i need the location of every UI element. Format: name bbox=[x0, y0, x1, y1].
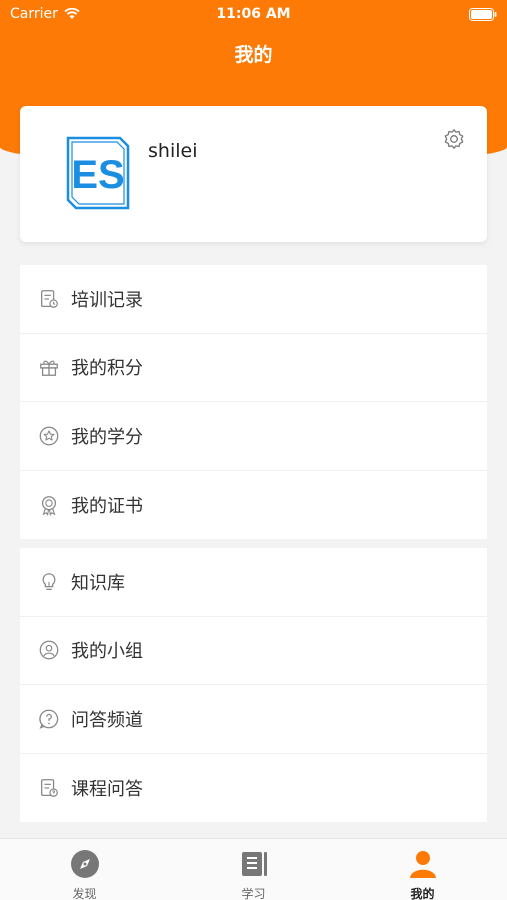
avatar-logo-text: ES bbox=[71, 153, 124, 197]
menu-label: 培训记录 bbox=[71, 289, 143, 311]
group-icon bbox=[37, 638, 61, 662]
certificate-icon bbox=[37, 493, 61, 517]
tab-discover[interactable]: 发现 bbox=[0, 839, 169, 900]
gift-icon bbox=[37, 355, 61, 379]
tab-label: 我的 bbox=[410, 887, 435, 900]
compass-icon bbox=[70, 849, 100, 879]
star-icon bbox=[37, 424, 61, 448]
menu-item-course-qa[interactable]: 课程问答 bbox=[20, 754, 487, 823]
battery-icon bbox=[469, 8, 497, 21]
menu-label: 我的积分 bbox=[71, 358, 143, 380]
settings-button[interactable] bbox=[441, 126, 467, 152]
tab-bar: 发现 学习 我的 bbox=[0, 838, 507, 900]
menu-item-knowledge-base[interactable]: 知识库 bbox=[20, 548, 487, 617]
avatar[interactable]: ES bbox=[64, 134, 132, 216]
status-time: 11:06 AM bbox=[216, 6, 291, 22]
menu-label: 我的学分 bbox=[71, 426, 143, 448]
course-qa-icon bbox=[37, 776, 61, 800]
menu-label: 课程问答 bbox=[71, 778, 143, 800]
person-icon bbox=[408, 849, 438, 879]
menu-item-my-groups[interactable]: 我的小组 bbox=[20, 617, 487, 685]
gear-icon bbox=[444, 129, 464, 149]
training-record-icon bbox=[37, 287, 61, 311]
status-bar: Carrier 11:06 AM bbox=[0, 0, 507, 30]
tab-mine[interactable]: 我的 bbox=[338, 839, 507, 900]
tab-label: 学习 bbox=[241, 887, 266, 900]
menu-label: 知识库 bbox=[71, 572, 125, 594]
tab-study[interactable]: 学习 bbox=[169, 839, 338, 900]
page-title: 我的 bbox=[234, 44, 273, 66]
menu-item-training-records[interactable]: 培训记录 bbox=[20, 265, 487, 334]
book-icon bbox=[239, 849, 269, 879]
menu-item-my-points[interactable]: 我的积分 bbox=[20, 334, 487, 402]
lightbulb-icon bbox=[37, 570, 61, 594]
menu-label: 我的证书 bbox=[71, 495, 143, 517]
menu-item-my-certificates[interactable]: 我的证书 bbox=[20, 471, 487, 540]
profile-card[interactable]: ES shilei bbox=[20, 106, 487, 242]
menu-group-knowledge: 知识库 我的小组 问答频道 课程问答 bbox=[20, 548, 487, 822]
username: shilei bbox=[148, 140, 198, 162]
menu-item-my-credits[interactable]: 我的学分 bbox=[20, 402, 487, 471]
question-icon bbox=[37, 707, 61, 731]
menu-group-records: 培训记录 我的积分 我的学分 我的证书 bbox=[20, 265, 487, 539]
tab-label: 发现 bbox=[72, 887, 97, 900]
menu-item-qa-channel[interactable]: 问答频道 bbox=[20, 685, 487, 754]
menu-label: 问答频道 bbox=[71, 709, 143, 731]
menu-label: 我的小组 bbox=[71, 641, 143, 663]
